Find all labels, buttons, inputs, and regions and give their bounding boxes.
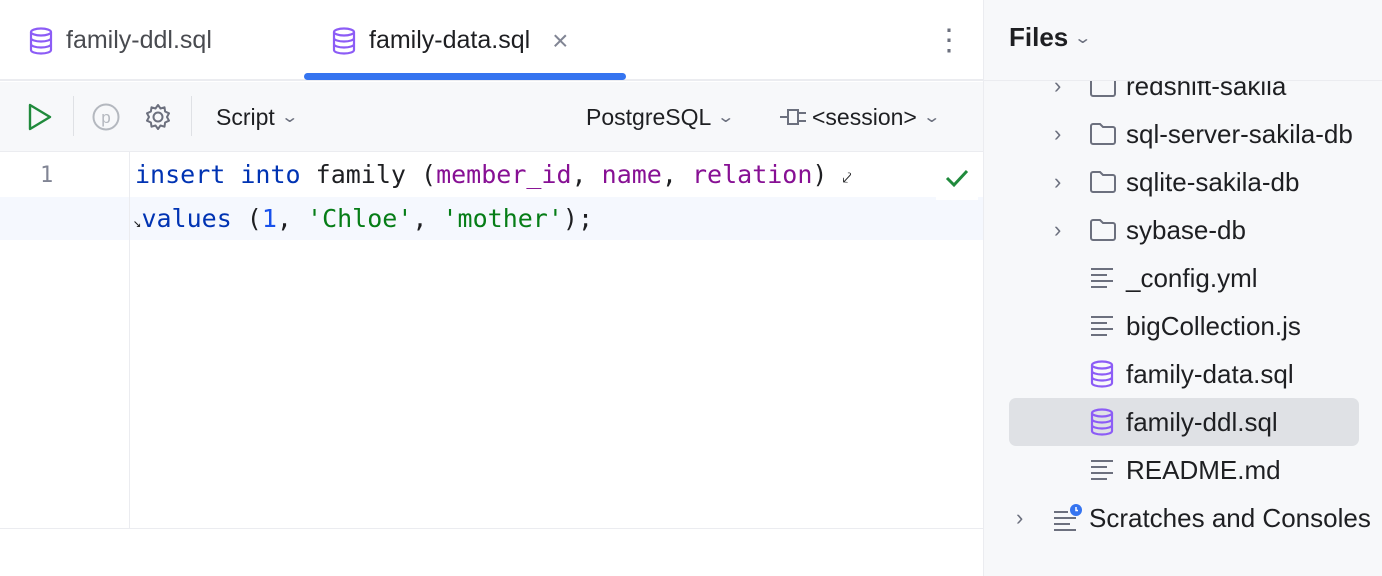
file-name: sql-server-sakila-db (1126, 119, 1353, 150)
text-file-icon (1089, 314, 1115, 338)
code-line-2[interactable]: ↘values (1, 'Chloe', 'mother'); (133, 197, 593, 241)
tab-label: family-ddl.sql (66, 26, 212, 55)
folder-icon (1089, 122, 1117, 146)
file-tree-item[interactable]: › redshift-sakila (984, 81, 1382, 110)
scratches-label: Scratches and Consoles (1089, 503, 1371, 534)
line-number-gutter: 1 (0, 152, 130, 528)
chevron-right-icon[interactable]: › (1054, 81, 1061, 99)
number: 1 (262, 204, 277, 233)
chevron-down-icon: ⌄ (280, 107, 299, 127)
dialect-dropdown[interactable]: PostgreSQL ⌄ (586, 82, 733, 152)
file-tree-item[interactable]: › sqlite-sakila-db (984, 158, 1382, 206)
file-name: _config.yml (1126, 263, 1258, 294)
file-tree-item[interactable]: › sql-server-sakila-db (984, 110, 1382, 158)
column: member_id (436, 160, 571, 189)
file-name: sybase-db (1126, 215, 1246, 246)
inspection-ok[interactable] (936, 156, 978, 200)
column: relation (692, 160, 812, 189)
folder-icon (1089, 170, 1117, 194)
file-tree-item[interactable]: family-ddl.sql (1009, 398, 1359, 446)
keyword: into (240, 160, 300, 189)
code-line-1[interactable]: insert into family (member_id, name, rel… (135, 153, 852, 197)
text-file-icon (1089, 266, 1115, 290)
tab-label: family-data.sql (369, 26, 530, 55)
keyword: values (141, 204, 231, 233)
folder-icon (1089, 81, 1117, 98)
close-tab-icon[interactable]: × (552, 25, 568, 57)
panel-title: Files (1009, 22, 1068, 53)
keyword: insert (135, 160, 225, 189)
punct: ) (812, 160, 827, 189)
editor-toolbar: p Script⌄ PostgreSQL⌄ <session>⌄ (0, 82, 983, 152)
file-tree-item[interactable]: bigCollection.js (984, 302, 1382, 350)
file-tree-item[interactable]: family-data.sql (984, 350, 1382, 398)
file-name: bigCollection.js (1126, 311, 1301, 342)
file-tree-item[interactable]: › sybase-db (984, 206, 1382, 254)
folder-icon (1089, 218, 1117, 242)
plug-icon (778, 105, 812, 129)
script-dropdown[interactable]: Script⌄ (216, 82, 296, 152)
script-label: Script (216, 104, 275, 131)
more-tabs-icon[interactable]: ⋮ (934, 0, 964, 81)
file-tree: › redshift-sakila › sql-server-sakila-db › sq… (984, 81, 1382, 576)
checkmark-icon (944, 167, 970, 189)
file-name: redshift-sakila (1126, 81, 1286, 102)
divider (0, 528, 983, 529)
divider (191, 96, 192, 136)
files-header[interactable]: Files ⌄ (1009, 22, 1090, 53)
chevron-down-icon: ⌄ (922, 107, 941, 127)
text-file-icon (1089, 458, 1115, 482)
wrap-icon: ⤦ (843, 168, 852, 187)
string: 'Chloe' (307, 204, 412, 233)
run-icon (26, 102, 54, 132)
chevron-right-icon[interactable]: › (1054, 169, 1061, 195)
scratches-and-consoles[interactable]: › Scratches and Consoles (984, 494, 1382, 542)
database-icon (1089, 360, 1115, 388)
tab-family-ddl[interactable]: family-ddl.sql (28, 0, 212, 81)
file-tree-item[interactable]: README.md (984, 446, 1382, 494)
column: name (602, 160, 662, 189)
parameter-icon: p (91, 102, 121, 132)
punct: ); (563, 204, 593, 233)
table-name: family (316, 160, 406, 189)
file-tree-item[interactable]: _config.yml (984, 254, 1382, 302)
file-name: family-data.sql (1126, 359, 1294, 390)
punct: ( (406, 160, 436, 189)
database-icon (1089, 408, 1115, 436)
session-dropdown[interactable]: <session>⌄ (778, 82, 938, 152)
files-panel: Files ⌄ › redshift-sakila › sql-server-sakil… (983, 0, 1382, 576)
database-icon (28, 27, 54, 55)
tab-bar: family-ddl.sql family-data.sql × ⋮ (0, 0, 983, 81)
chevron-down-icon: ⌄ (717, 107, 736, 127)
parameters-button[interactable]: p (91, 82, 121, 152)
session-label: <session> (812, 104, 917, 131)
divider (73, 96, 74, 136)
string: 'mother' (443, 204, 563, 233)
gear-icon (143, 102, 173, 132)
scratches-icon (1052, 503, 1084, 533)
chevron-right-icon[interactable]: › (1054, 121, 1061, 147)
run-button[interactable] (26, 82, 54, 152)
svg-text:p: p (101, 108, 110, 127)
file-name: README.md (1126, 455, 1281, 486)
dialect-label: PostgreSQL (586, 104, 711, 131)
active-tab-indicator (304, 73, 626, 80)
chevron-down-icon: ⌄ (1074, 28, 1093, 48)
chevron-right-icon[interactable]: › (1016, 505, 1023, 531)
file-name: sqlite-sakila-db (1126, 167, 1299, 198)
database-icon (331, 27, 357, 55)
settings-button[interactable] (143, 82, 173, 152)
tab-family-data[interactable]: family-data.sql × (331, 0, 569, 81)
chevron-right-icon[interactable]: › (1054, 217, 1061, 243)
editor-pane: family-ddl.sql family-data.sql × ⋮ p Scr… (0, 0, 983, 576)
file-name: family-ddl.sql (1126, 407, 1278, 438)
line-number: 1 (40, 154, 53, 198)
